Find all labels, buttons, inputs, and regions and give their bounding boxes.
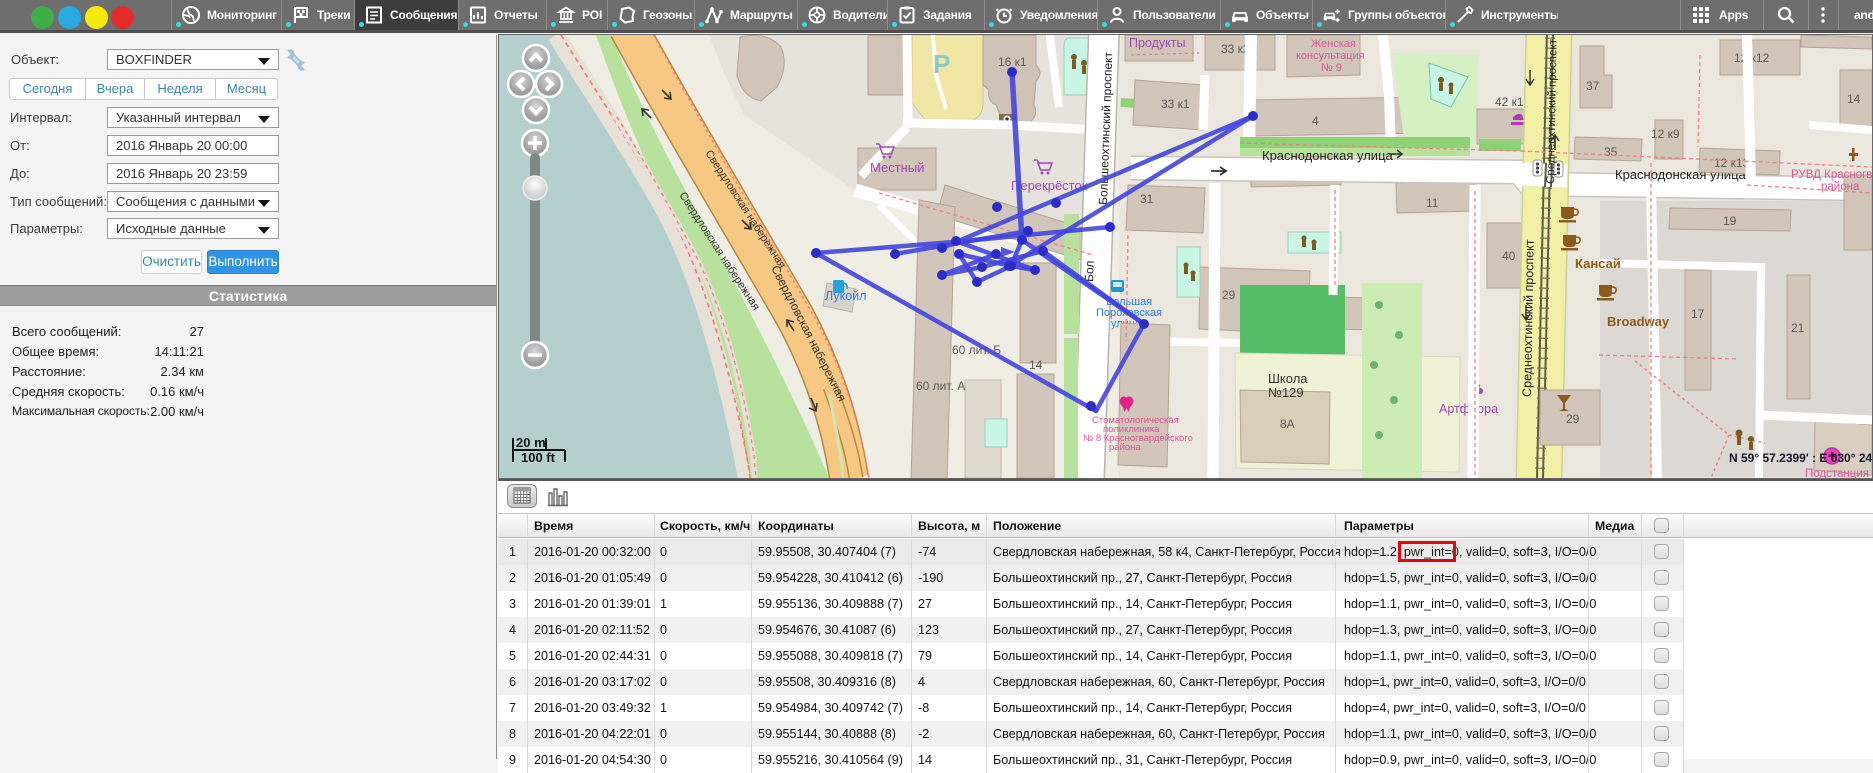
svg-text:8А: 8А (1280, 417, 1295, 431)
svg-text:района: района (1109, 442, 1141, 453)
svg-text:33 к1: 33 к1 (1161, 97, 1190, 111)
svg-text:19: 19 (1723, 214, 1737, 228)
svg-text:РУВД Красногвар: РУВД Красногвар (1791, 169, 1872, 181)
svg-text:Женская: Женская (1311, 38, 1356, 50)
svg-text:14: 14 (1847, 92, 1861, 106)
svg-text:17: 17 (1691, 307, 1705, 321)
svg-text:35: 35 (1604, 145, 1618, 159)
svg-text:12 к9: 12 к9 (1651, 127, 1680, 141)
svg-text:Среднеохтинский проспект: Среднеохтинский проспект (1520, 239, 1537, 397)
svg-text:12 к13: 12 к13 (1714, 156, 1750, 170)
svg-text:Местный: Местный (870, 160, 924, 175)
svg-text:37: 37 (1586, 79, 1600, 93)
svg-text:11: 11 (1426, 196, 1439, 210)
svg-text:Школа: Школа (1268, 371, 1308, 386)
svg-text:4: 4 (1312, 114, 1319, 128)
svg-text:Лукойл: Лукойл (825, 289, 866, 303)
svg-text:N 59° 57.2399' : E 030° 24: N 59° 57.2399' : E 030° 24 (1729, 451, 1872, 465)
svg-text:20 m: 20 m (516, 435, 546, 450)
svg-text:P: P (933, 49, 950, 79)
svg-text:Подстанция: Подстанция (1805, 468, 1869, 478)
svg-text:16 к1: 16 к1 (998, 55, 1027, 69)
svg-text:31: 31 (1140, 192, 1154, 206)
svg-text:40: 40 (1502, 249, 1516, 263)
svg-text:29: 29 (1222, 288, 1236, 302)
svg-text:100 ft: 100 ft (521, 450, 556, 465)
svg-text:№129: №129 (1268, 385, 1304, 400)
svg-text:Краснодонская улица: Краснодонская улица (1262, 148, 1394, 163)
svg-text:14: 14 (1029, 358, 1043, 372)
svg-text:29: 29 (1566, 412, 1580, 426)
svg-text:Продукты: Продукты (1129, 36, 1185, 50)
svg-text:42 к1: 42 к1 (1495, 95, 1524, 109)
svg-text:№ 9: № 9 (1321, 62, 1342, 74)
svg-text:Кансай: Кансай (1575, 256, 1621, 271)
svg-text:Broadway: Broadway (1607, 314, 1670, 329)
svg-text:консультация: консультация (1296, 50, 1365, 62)
svg-text:Среднеохтинский проспект: Среднеохтинский проспект (1545, 38, 1560, 184)
svg-text:21: 21 (1791, 321, 1805, 335)
svg-text:60 лит. А: 60 лит. А (916, 379, 965, 393)
